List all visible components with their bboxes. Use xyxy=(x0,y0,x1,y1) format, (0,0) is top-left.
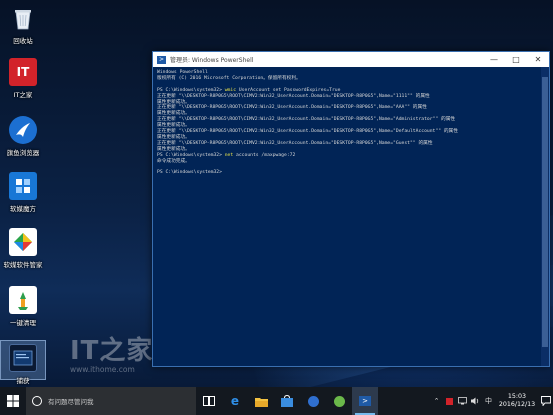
show-hidden-icons-button[interactable]: ⌃ xyxy=(430,387,443,415)
minimize-button[interactable]: — xyxy=(483,52,505,67)
desktop-icon-sailfish-browser[interactable]: 旗鱼浏览器 xyxy=(0,116,46,157)
powershell-window[interactable]: > 管理员: Windows PowerShell — □ ✕ Windows … xyxy=(152,51,550,367)
desktop: 回收站 IT IT之家 旗鱼浏览器 软媒魔方 软媒软件管家 一键清理 捕获 IT… xyxy=(0,0,553,387)
desktop-icon-capture[interactable]: 捕获 xyxy=(0,340,46,385)
store-icon xyxy=(281,395,293,407)
maximize-button[interactable]: □ xyxy=(505,52,527,67)
taskbar-powershell-button[interactable]: > xyxy=(352,387,378,415)
recycle-bin-icon xyxy=(9,4,37,32)
clock-date: 2016/12/13 xyxy=(498,401,536,408)
task-view-icon xyxy=(203,396,215,406)
desktop-icon-label: 一键清理 xyxy=(10,319,36,327)
clock-time: 15:03 xyxy=(507,393,527,400)
clock[interactable]: 15:03 2016/12/13 xyxy=(495,393,539,409)
capture-icon xyxy=(9,344,37,372)
desktop-icon-label: 软媒软件管家 xyxy=(3,261,43,269)
task-view-button[interactable] xyxy=(196,387,222,415)
cortana-search-box[interactable]: 有问题尽管问我 xyxy=(26,387,196,415)
prompt: PS C:\Windows\system32> xyxy=(157,87,225,93)
desktop-icon-label: 捕获 xyxy=(16,377,30,385)
desktop-icon-recycle-bin[interactable]: 回收站 xyxy=(0,4,46,45)
search-placeholder: 有问题尽管问我 xyxy=(48,398,94,406)
console-output[interactable]: Windows PowerShell 版权所有 (C) 2016 Microso… xyxy=(153,67,549,367)
taskbar-explorer-button[interactable] xyxy=(248,387,274,415)
taskbar-store-button[interactable] xyxy=(274,387,300,415)
ithome-watermark: IT之家 www.ithome.com xyxy=(70,330,153,374)
close-button[interactable]: ✕ xyxy=(527,52,549,67)
software-manager-icon xyxy=(9,228,37,256)
desktop-icon-label: 旗鱼浏览器 xyxy=(6,149,40,157)
volume-icon[interactable] xyxy=(469,387,482,415)
watermark-logo: IT之家 xyxy=(70,336,154,366)
taskbar-browser-button[interactable] xyxy=(300,387,326,415)
windows-logo-icon xyxy=(7,395,19,407)
system-tray: ⌃ 中 15:03 2016/12/13 xyxy=(430,387,553,415)
window-controls: — □ ✕ xyxy=(483,52,549,67)
input-method-icon[interactable]: 中 xyxy=(482,387,495,415)
desktop-icon-software-manager[interactable]: 软媒软件管家 xyxy=(0,228,46,269)
desktop-icon-label: 回收站 xyxy=(13,37,33,45)
one-click-clean-icon xyxy=(9,286,37,314)
powershell-icon: > xyxy=(157,55,166,64)
prompt: PS C:\Windows\system32> xyxy=(157,152,225,158)
taskbar-edge-button[interactable]: e xyxy=(222,387,248,415)
command-keyword: wmic xyxy=(224,87,237,93)
app-icon xyxy=(333,395,345,407)
ruanmei-mofang-icon xyxy=(9,172,37,200)
browser-icon xyxy=(307,395,319,407)
command-args: accounts /maxpwage:72 xyxy=(233,152,296,158)
powershell-taskbar-icon: > xyxy=(359,396,371,406)
scrollbar-thumb[interactable] xyxy=(542,77,548,347)
sailfish-browser-icon xyxy=(9,116,37,144)
window-title: 管理员: Windows PowerShell xyxy=(170,57,254,64)
file-explorer-icon xyxy=(254,397,268,407)
desktop-icon-label: IT之家 xyxy=(13,91,33,99)
network-icon[interactable] xyxy=(456,387,469,415)
console-prompt-line: PS C:\Windows\system32> xyxy=(157,170,222,176)
edge-icon: e xyxy=(230,394,240,408)
desktop-icon-ruanmei-mofang[interactable]: 软媒魔方 xyxy=(0,172,46,213)
cortana-icon xyxy=(32,396,42,406)
taskbar: 有问题尽管问我 e > ⌃ 中 15:03 2016/12/13 xyxy=(0,387,553,415)
command-args: UserAccount set PasswordExpires=True xyxy=(236,87,341,93)
start-button[interactable] xyxy=(0,387,26,415)
window-titlebar[interactable]: > 管理员: Windows PowerShell — □ ✕ xyxy=(153,52,549,67)
taskbar-app-button[interactable] xyxy=(326,387,352,415)
notification-icon xyxy=(541,396,551,406)
ithome-icon: IT xyxy=(9,58,37,86)
desktop-icon-label: 软媒魔方 xyxy=(10,205,36,213)
command-keyword: net xyxy=(224,152,234,158)
console-scrollbar[interactable] xyxy=(541,67,549,366)
tray-app-glyph xyxy=(446,397,453,405)
desktop-icon-one-click-clean[interactable]: 一键清理 xyxy=(0,286,46,327)
desktop-icon-ithome[interactable]: IT IT之家 xyxy=(0,58,46,99)
action-center-button[interactable] xyxy=(539,387,553,415)
tray-app-icon[interactable] xyxy=(443,387,456,415)
